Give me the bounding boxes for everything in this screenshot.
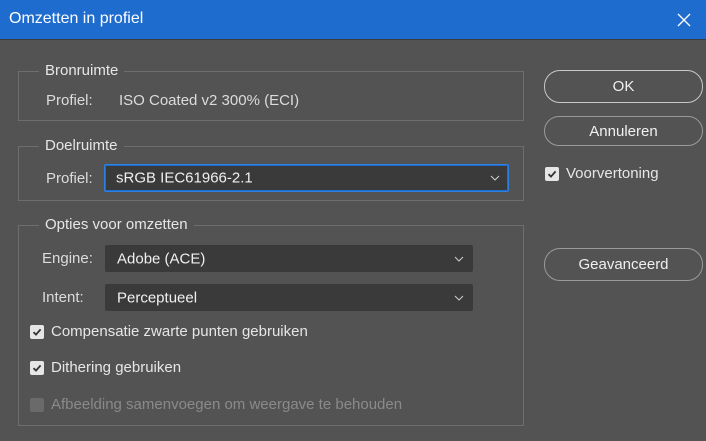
intent-label: Intent: <box>42 289 84 306</box>
checkbox-checked-icon <box>545 166 559 181</box>
intent-value: Perceptueel <box>117 289 198 306</box>
chevron-down-icon <box>454 256 464 262</box>
cancel-button[interactable]: Annuleren <box>544 116 703 146</box>
destination-space-legend: Doelruimte <box>39 136 124 156</box>
close-icon <box>677 13 691 26</box>
destination-profile-select[interactable]: sRGB IEC61966-2.1 <box>104 164 509 192</box>
window-title: Omzetten in profiel <box>9 10 144 27</box>
source-space-group: Bronruimte Profiel: ISO Coated v2 300% (… <box>18 61 524 121</box>
preview-checkbox[interactable]: Voorvertoning <box>545 165 659 182</box>
ok-button[interactable]: OK <box>544 70 703 103</box>
flatten-image-label: Afbeelding samenvoegen om weergave te be… <box>51 396 403 413</box>
checkbox-checked-icon <box>30 324 44 339</box>
destination-space-group: Doelruimte Profiel: sRGB IEC61966-2.1 <box>18 136 524 201</box>
intent-select[interactable]: Perceptueel <box>105 284 473 311</box>
checkbox-unchecked-icon <box>30 397 44 412</box>
source-profile-value: ISO Coated v2 300% (ECI) <box>119 92 300 109</box>
checkbox-checked-icon <box>30 360 44 375</box>
convert-profile-dialog: Omzetten in profiel Bronruimte Profiel: … <box>0 0 706 441</box>
engine-select[interactable]: Adobe (ACE) <box>105 245 473 272</box>
close-button[interactable] <box>662 0 706 39</box>
source-space-legend: Bronruimte <box>39 61 125 81</box>
conversion-options-group: Opties voor omzetten Engine: Adobe (ACE)… <box>18 215 524 426</box>
chevron-down-icon <box>454 295 464 301</box>
chevron-down-icon <box>490 175 500 181</box>
dithering-checkbox[interactable]: Dithering gebruiken <box>30 359 181 376</box>
destination-profile-label: Profiel: <box>46 170 93 187</box>
black-point-compensation-label: Compensatie zwarte punten gebruiken <box>51 323 308 340</box>
dithering-label: Dithering gebruiken <box>51 359 182 376</box>
destination-profile-value: sRGB IEC61966-2.1 <box>116 169 253 187</box>
titlebar-divider <box>0 39 706 40</box>
title-bar: Omzetten in profiel <box>0 0 706 39</box>
flatten-image-checkbox[interactable]: Afbeelding samenvoegen om weergave te be… <box>30 396 402 413</box>
black-point-compensation-checkbox[interactable]: Compensatie zwarte punten gebruiken <box>30 323 308 340</box>
conversion-options-legend: Opties voor omzetten <box>39 215 194 235</box>
preview-label: Voorvertoning <box>566 165 659 182</box>
source-profile-label: Profiel: <box>46 92 93 109</box>
engine-label: Engine: <box>42 250 93 267</box>
advanced-button[interactable]: Geavanceerd <box>544 248 703 281</box>
engine-value: Adobe (ACE) <box>117 250 206 267</box>
